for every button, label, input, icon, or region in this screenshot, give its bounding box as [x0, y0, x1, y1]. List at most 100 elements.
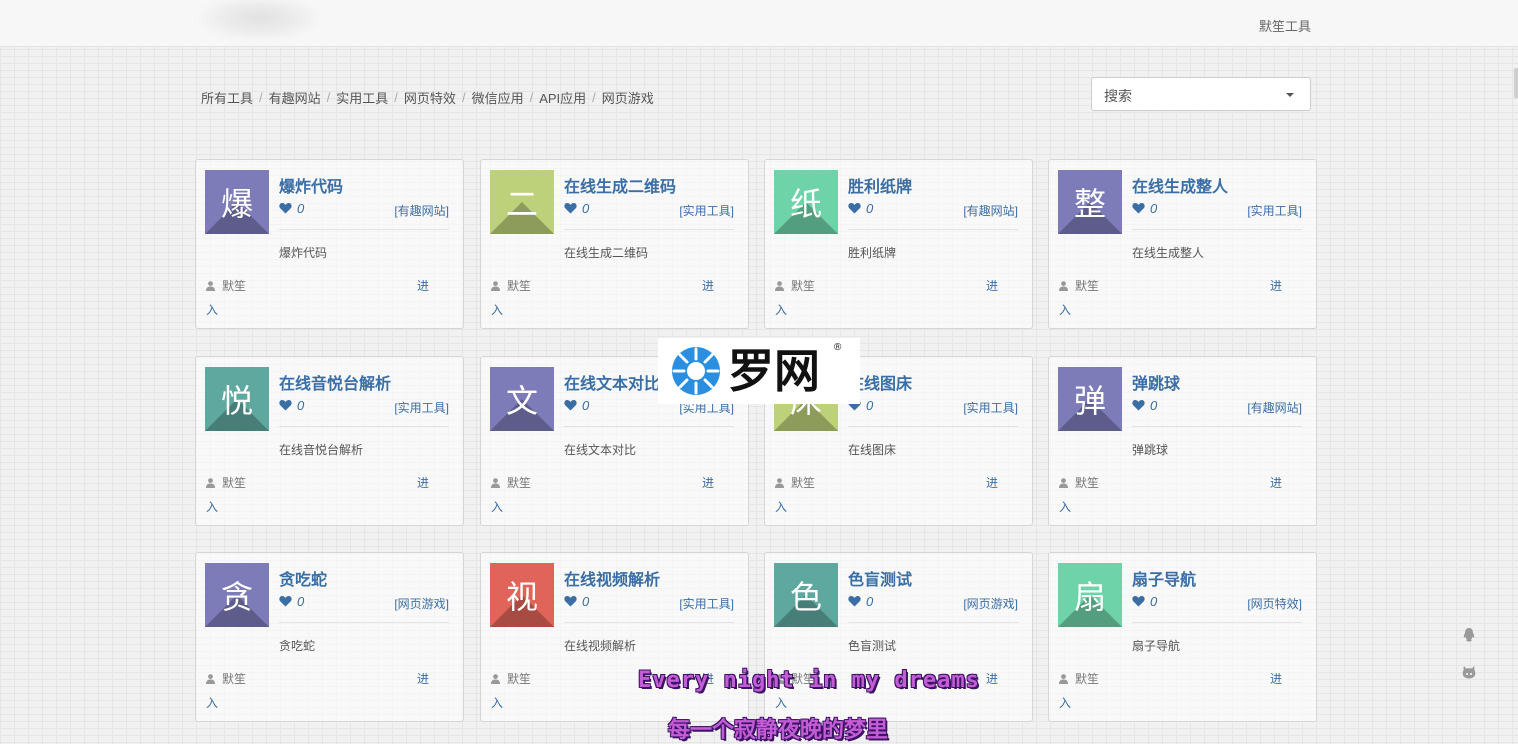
tool-category-link[interactable]: [网页游戏] — [963, 595, 1018, 612]
enter-link-wrap[interactable]: 入 — [1059, 301, 1071, 318]
tool-thumbnail[interactable]: 色 — [774, 563, 838, 627]
enter-link-wrap[interactable]: 入 — [1059, 498, 1071, 515]
tool-title-link[interactable]: 在线生成二维码 — [564, 173, 676, 197]
tool-thumbnail[interactable]: 整 — [1058, 170, 1122, 234]
search-select[interactable]: 搜索 — [1091, 77, 1311, 111]
tool-card[interactable]: 纸胜利纸牌 0 [有趣网站] 胜利纸牌 默笙进入 — [764, 159, 1033, 329]
enter-link-wrap[interactable]: 入 — [491, 301, 503, 318]
heart-icon[interactable] — [279, 399, 292, 411]
tool-description: 在线音悦台解析 — [279, 443, 364, 457]
tool-meta: 0 [实用工具] — [1132, 200, 1302, 230]
enter-link-wrap[interactable]: 入 — [775, 301, 787, 318]
tool-category-link[interactable]: [实用工具] — [679, 202, 734, 219]
enter-link[interactable]: 进 — [702, 277, 714, 294]
enter-link-wrap[interactable]: 入 — [1059, 694, 1071, 711]
tool-title-link[interactable]: 扇子导航 — [1132, 566, 1196, 590]
scrollbar-handle[interactable] — [1514, 68, 1518, 98]
tool-category-link[interactable]: [实用工具] — [1247, 202, 1302, 219]
heart-icon[interactable] — [564, 595, 577, 607]
tool-thumbnail[interactable]: 爆 — [205, 170, 269, 234]
enter-link[interactable]: 进 — [986, 670, 998, 687]
tool-category-link[interactable]: [实用工具] — [394, 399, 449, 416]
tool-title-link[interactable]: 在线视频解析 — [564, 566, 660, 590]
tool-card[interactable]: 整在线生成整人 0 [实用工具] 在线生成整人 默笙进入 — [1048, 159, 1317, 329]
enter-link-wrap[interactable]: 入 — [491, 498, 503, 515]
enter-link[interactable]: 进 — [986, 474, 998, 491]
tool-category-link[interactable]: [有趣网站] — [394, 202, 449, 219]
github-icon[interactable] — [1461, 664, 1477, 680]
tool-thumbnail[interactable]: 视 — [490, 563, 554, 627]
tool-thumbnail[interactable]: 纸 — [774, 170, 838, 234]
enter-link-wrap[interactable]: 入 — [206, 498, 218, 515]
tool-title-link[interactable]: 爆炸代码 — [279, 173, 343, 197]
tool-category-link[interactable]: [网页游戏] — [394, 595, 449, 612]
like-count: 0 — [1150, 594, 1158, 609]
enter-link[interactable]: 进 — [1270, 670, 1282, 687]
crumb-web-effects[interactable]: 网页特效 — [404, 88, 456, 107]
tool-card[interactable]: 扇扇子导航 0 [网页特效] 扇子导航 默笙进入 — [1048, 552, 1317, 722]
tool-meta: 0 [网页游戏] — [279, 593, 449, 623]
tool-title-link[interactable]: 在线文本对比 — [564, 370, 660, 394]
enter-link[interactable]: 进 — [417, 277, 429, 294]
enter-link[interactable]: 进 — [986, 277, 998, 294]
tool-category-link[interactable]: [网页特效] — [1247, 595, 1302, 612]
site-logo[interactable] — [200, 0, 318, 40]
enter-link[interactable]: 进 — [417, 670, 429, 687]
like-count: 0 — [582, 201, 590, 216]
crumb-fun-sites[interactable]: 有趣网站 — [269, 88, 321, 107]
enter-link[interactable]: 进 — [702, 474, 714, 491]
tool-category-link[interactable]: [实用工具] — [679, 595, 734, 612]
heart-icon[interactable] — [1132, 595, 1145, 607]
tool-thumbnail[interactable]: 文 — [490, 367, 554, 431]
user-icon — [206, 280, 215, 291]
tool-thumbnail[interactable]: 二 — [490, 170, 554, 234]
tool-card[interactable]: 弹弹跳球 0 [有趣网站] 弹跳球 默笙进入 — [1048, 356, 1317, 526]
tool-title-link[interactable]: 色盲测试 — [848, 566, 912, 590]
tool-card[interactable]: 视在线视频解析 0 [实用工具] 在线视频解析 默笙进入 — [480, 552, 749, 722]
heart-icon[interactable] — [848, 202, 861, 214]
enter-link-wrap[interactable]: 入 — [775, 498, 787, 515]
crumb-web-games[interactable]: 网页游戏 — [602, 88, 654, 107]
site-name-link[interactable]: 默笙工具 — [1259, 16, 1311, 35]
tool-title-link[interactable]: 胜利纸牌 — [848, 173, 912, 197]
crumb-all-tools[interactable]: 所有工具 — [201, 88, 253, 107]
enter-link-wrap[interactable]: 入 — [491, 694, 503, 711]
heart-icon[interactable] — [564, 202, 577, 214]
enter-link-wrap[interactable]: 入 — [206, 694, 218, 711]
enter-link[interactable]: 进 — [417, 474, 429, 491]
tool-card[interactable]: 二在线生成二维码 0 [实用工具] 在线生成二维码 默笙进入 — [480, 159, 749, 329]
tool-thumbnail[interactable]: 扇 — [1058, 563, 1122, 627]
tool-category-link[interactable]: [有趣网站] — [963, 202, 1018, 219]
heart-icon[interactable] — [564, 399, 577, 411]
enter-link-wrap[interactable]: 入 — [775, 694, 787, 711]
tool-card[interactable]: 悦在线音悦台解析 0 [实用工具] 在线音悦台解析 默笙进入 — [195, 356, 464, 526]
tool-category-link[interactable]: [有趣网站] — [1247, 399, 1302, 416]
tool-thumbnail[interactable]: 悦 — [205, 367, 269, 431]
tool-card[interactable]: 贪贪吃蛇 0 [网页游戏] 贪吃蛇 默笙进入 — [195, 552, 464, 722]
enter-link[interactable]: 进 — [1270, 277, 1282, 294]
heart-icon[interactable] — [1132, 202, 1145, 214]
enter-link[interactable]: 进 — [1270, 474, 1282, 491]
tool-category-link[interactable]: [实用工具] — [963, 399, 1018, 416]
author-name: 默笙 — [791, 279, 816, 293]
qq-icon[interactable] — [1461, 627, 1477, 643]
heart-icon[interactable] — [279, 595, 292, 607]
crumb-wechat-apps[interactable]: 微信应用 — [472, 88, 524, 107]
heart-icon[interactable] — [279, 202, 292, 214]
tool-title-link[interactable]: 在线生成整人 — [1132, 173, 1228, 197]
enter-link-wrap[interactable]: 入 — [206, 301, 218, 318]
tool-card[interactable]: 爆爆炸代码 0 [有趣网站] 爆炸代码 默笙进入 — [195, 159, 464, 329]
tool-title-link[interactable]: 贪吃蛇 — [279, 566, 327, 590]
user-icon — [775, 280, 784, 291]
tool-thumbnail[interactable]: 贪 — [205, 563, 269, 627]
tool-thumbnail[interactable]: 弹 — [1058, 367, 1122, 431]
crumb-api-apps[interactable]: API应用 — [539, 88, 586, 107]
crumb-utilities[interactable]: 实用工具 — [336, 88, 388, 107]
heart-icon[interactable] — [1132, 399, 1145, 411]
tool-card[interactable]: 色色盲测试 0 [网页游戏] 色盲测试 默笙进入 — [764, 552, 1033, 722]
like-count: 0 — [1150, 398, 1158, 413]
tool-author: 默笙 — [1059, 474, 1099, 491]
tool-title-link[interactable]: 在线音悦台解析 — [279, 370, 391, 394]
heart-icon[interactable] — [848, 595, 861, 607]
tool-title-link[interactable]: 弹跳球 — [1132, 370, 1180, 394]
